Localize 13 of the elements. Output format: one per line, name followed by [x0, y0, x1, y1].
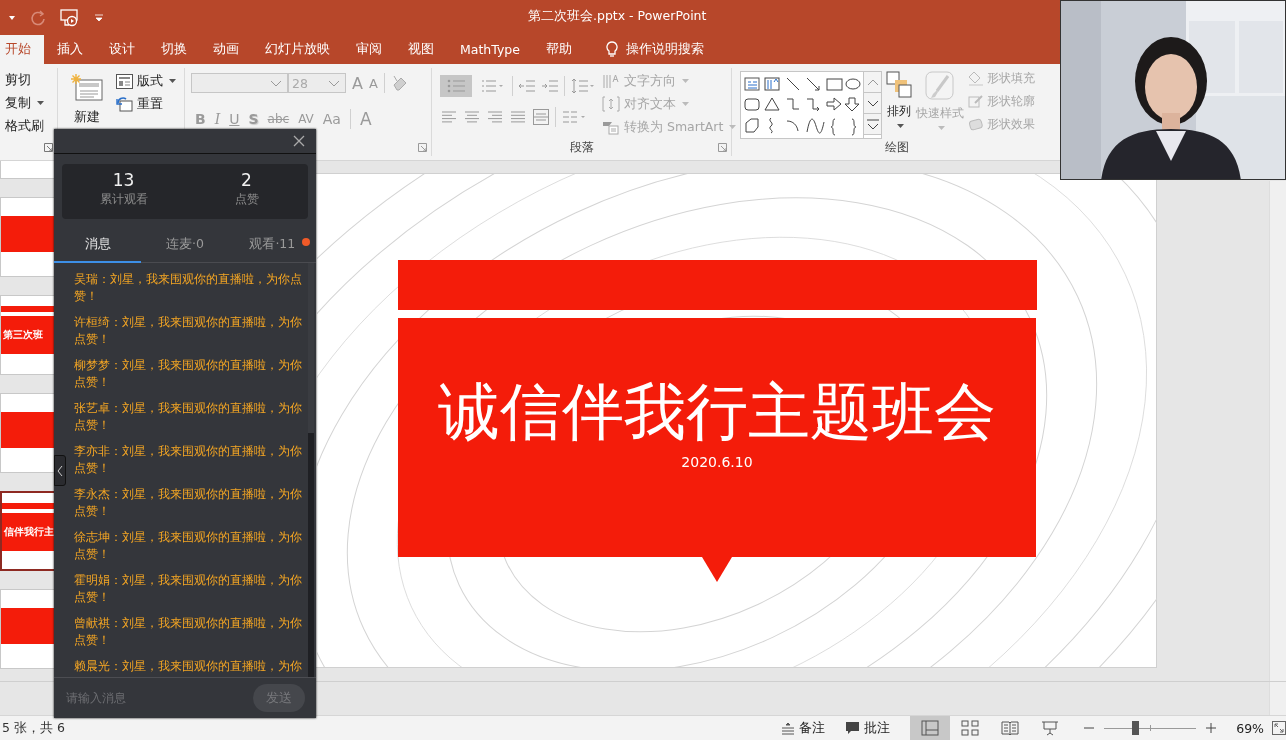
group-label: 绘图: [885, 139, 909, 156]
stat-value: 2: [241, 170, 252, 190]
stat-label: 点赞: [234, 191, 259, 208]
thumbnail-title: 第三次班: [3, 328, 43, 342]
group-label: 段落: [569, 138, 594, 156]
slide-date: 2020.6.10: [681, 454, 753, 470]
stat-value: 13: [112, 170, 135, 190]
thumbnail-title: 信伴我行主: [4, 525, 54, 539]
stat-label: 累计观看: [99, 191, 148, 208]
zoom-level: 69%: [1236, 720, 1264, 736]
window-title: 第二次班会.pptx - PowerPoint: [528, 8, 707, 25]
slide-count: 5 张，共 6: [2, 719, 65, 737]
slide-title: 诚信伴我行主题班会: [438, 374, 996, 450]
